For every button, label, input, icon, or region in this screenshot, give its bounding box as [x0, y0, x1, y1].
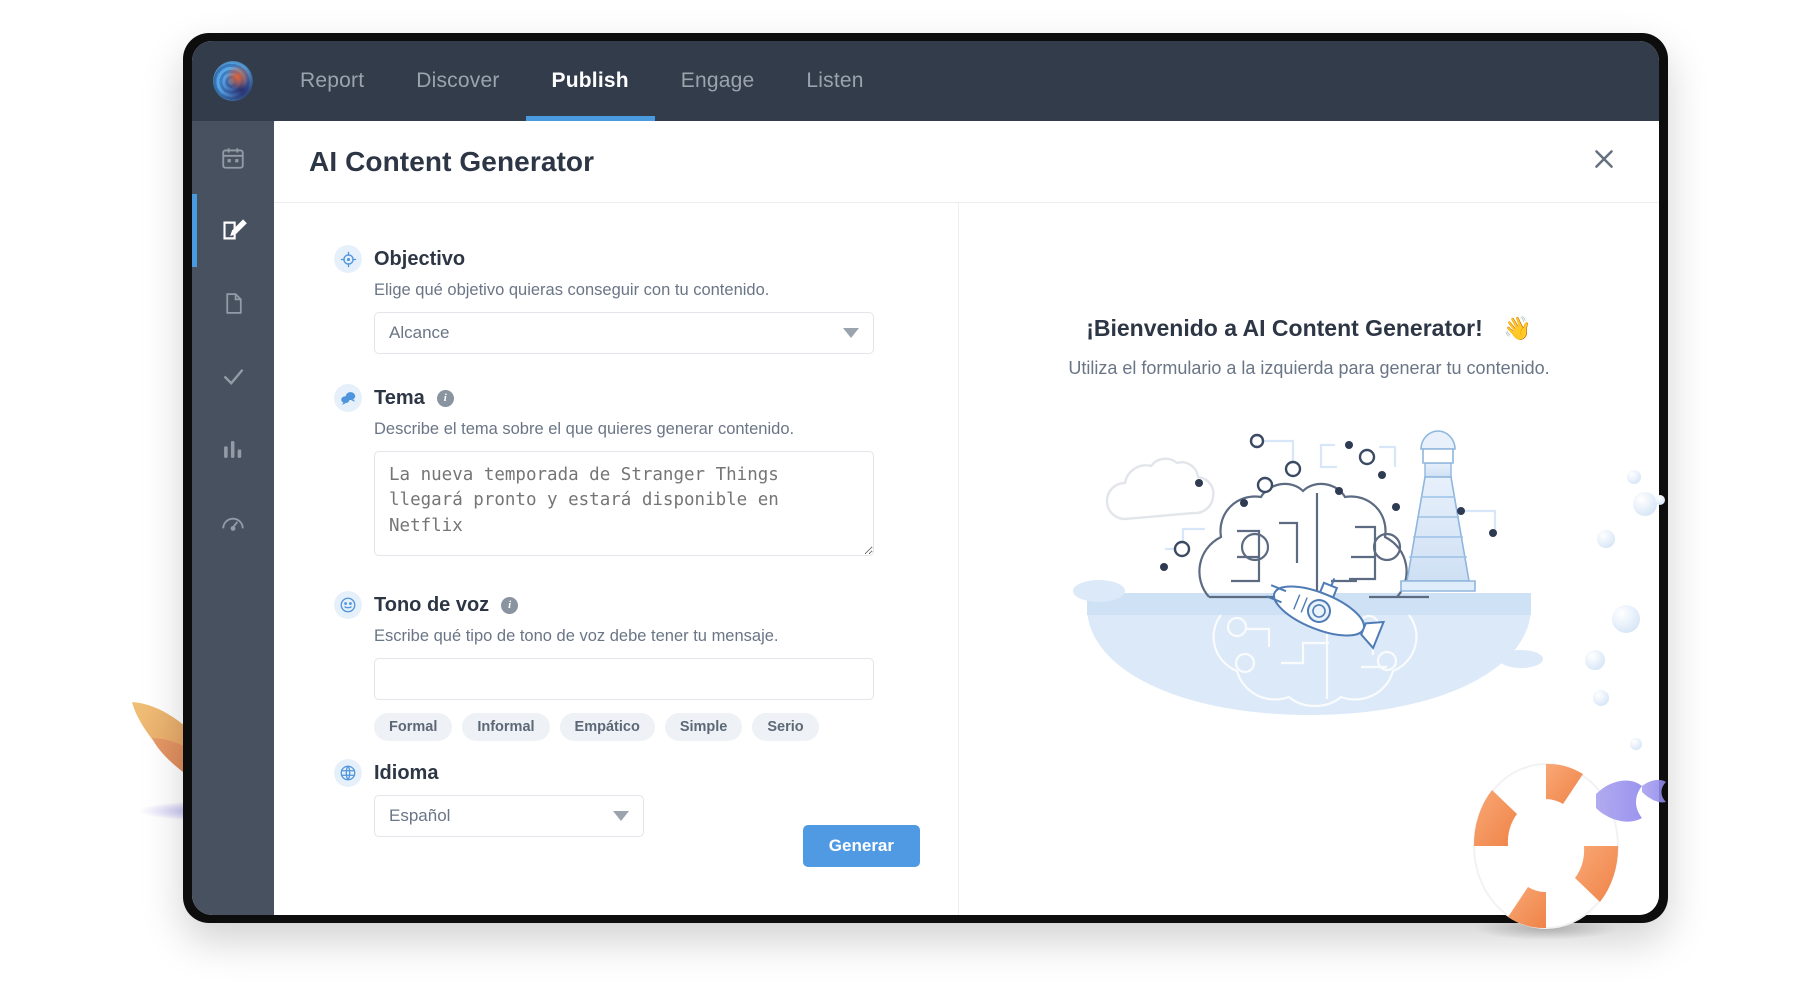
top-navigation-bar: Report Discover Publish Engage Listen [192, 41, 1659, 121]
nav-label: Report [300, 69, 365, 92]
compose-icon [220, 217, 247, 244]
tema-textarea[interactable] [374, 451, 874, 556]
field-idioma-header: Idioma [334, 759, 958, 787]
objetivo-selected-value: Alcance [389, 323, 450, 342]
calendar-icon [220, 145, 246, 171]
close-icon [1591, 146, 1617, 177]
generate-button[interactable]: Generar [802, 825, 920, 867]
field-objetivo: Objectivo Elige qué objetivo quieras con… [274, 245, 958, 354]
waving-hand-icon: 👋 [1503, 315, 1532, 341]
field-tono-header: Tono de voz i [334, 591, 958, 619]
welcome-title-text: ¡Bienvenido a AI Content Generator! [1086, 315, 1483, 341]
nav-label: Discover [416, 69, 500, 92]
idioma-select[interactable]: Español [374, 795, 644, 837]
left-sidebar [192, 121, 274, 915]
speedometer-icon [220, 510, 246, 536]
info-icon[interactable]: i [436, 389, 454, 407]
submit-row: Generar [802, 825, 920, 867]
welcome-subtitle: Utiliza el formulario a la izquierda par… [1068, 358, 1550, 378]
nav-items: Report Discover Publish Engage Listen [274, 41, 890, 121]
field-tema-label: Tema [374, 386, 425, 409]
field-tema: Tema i Describe el tema sobre el que qui… [274, 384, 958, 561]
tono-input[interactable] [374, 658, 874, 700]
sidebar-item-document[interactable] [192, 267, 274, 340]
modal-body: Objectivo Elige qué objetivo quieras con… [274, 203, 1659, 915]
nav-label: Listen [806, 69, 864, 92]
field-objetivo-header: Objectivo [334, 245, 958, 273]
sidebar-item-calendar[interactable] [192, 121, 274, 194]
ai-content-generator-modal: AI Content Generator Objectivo Elige qué… [274, 121, 1659, 915]
chevron-down-icon [613, 811, 629, 821]
nav-item-engage[interactable]: Engage [655, 41, 781, 121]
tono-chip-informal[interactable]: Informal [462, 713, 550, 741]
bar-chart-icon [221, 437, 246, 462]
field-tono-control [374, 658, 958, 700]
field-objetivo-help: Elige qué objetivo quieras conseguir con… [374, 281, 770, 299]
nav-item-listen[interactable]: Listen [780, 41, 889, 121]
brain-submarine-lighthouse-illustration [1073, 430, 1543, 715]
check-icon [220, 363, 247, 390]
idioma-selected-value: Español [389, 806, 451, 825]
welcome-title: ¡Bienvenido a AI Content Generator! 👋 [959, 315, 1659, 342]
objetivo-select[interactable]: Alcance [374, 312, 874, 354]
close-button[interactable] [1587, 145, 1621, 179]
chevron-down-icon [843, 328, 859, 338]
field-tono-label: Tono de voz [374, 593, 490, 616]
nav-item-publish[interactable]: Publish [525, 41, 656, 121]
document-icon [221, 291, 246, 316]
spiral-logo-icon [213, 61, 253, 101]
app-logo[interactable] [192, 41, 274, 121]
app-window: Report Discover Publish Engage Listen AI… [192, 41, 1659, 915]
screenshot-root: Report Discover Publish Engage Listen AI… [0, 0, 1801, 1001]
field-tema-control [374, 451, 958, 561]
generator-form: Objectivo Elige qué objetivo quieras con… [274, 203, 959, 915]
nav-item-discover[interactable]: Discover [390, 41, 525, 121]
smiley-icon [334, 591, 362, 619]
tono-chip-serio[interactable]: Serio [752, 713, 819, 741]
globe-icon [334, 759, 362, 787]
field-tono-de-voz: Tono de voz i Escribe qué tipo de tono d… [274, 591, 958, 741]
field-objetivo-label: Objectivo [374, 247, 466, 270]
tono-chip-formal[interactable]: Formal [374, 713, 453, 741]
field-idioma-label: Idioma [374, 761, 439, 784]
nav-item-report[interactable]: Report [274, 41, 390, 121]
info-icon[interactable]: i [501, 596, 519, 614]
welcome-block: ¡Bienvenido a AI Content Generator! 👋 Ut… [959, 203, 1659, 379]
tono-chip-simple[interactable]: Simple [664, 713, 743, 741]
sidebar-item-approval[interactable] [192, 340, 274, 413]
field-tono-help: Escribe qué tipo de tono de voz debe ten… [374, 627, 779, 645]
field-tema-help: Describe el tema sobre el que quieres ge… [374, 420, 795, 438]
tono-chip-list: Formal Informal Empático Simple Serio [374, 713, 958, 741]
page-title: AI Content Generator [309, 145, 595, 177]
nav-label: Engage [680, 69, 755, 92]
sidebar-item-analytics[interactable] [192, 413, 274, 486]
field-objetivo-control: Alcance [374, 312, 958, 354]
nav-label: Publish [551, 69, 629, 92]
tono-chip-empatico[interactable]: Empático [559, 713, 655, 741]
preview-panel: ¡Bienvenido a AI Content Generator! 👋 Ut… [959, 203, 1659, 915]
modal-header: AI Content Generator [274, 121, 1659, 203]
sidebar-item-compose[interactable] [192, 194, 274, 267]
target-icon [334, 245, 362, 273]
chat-bubbles-icon [334, 384, 362, 412]
sidebar-item-performance[interactable] [192, 486, 274, 559]
field-tema-header: Tema i [334, 384, 958, 412]
